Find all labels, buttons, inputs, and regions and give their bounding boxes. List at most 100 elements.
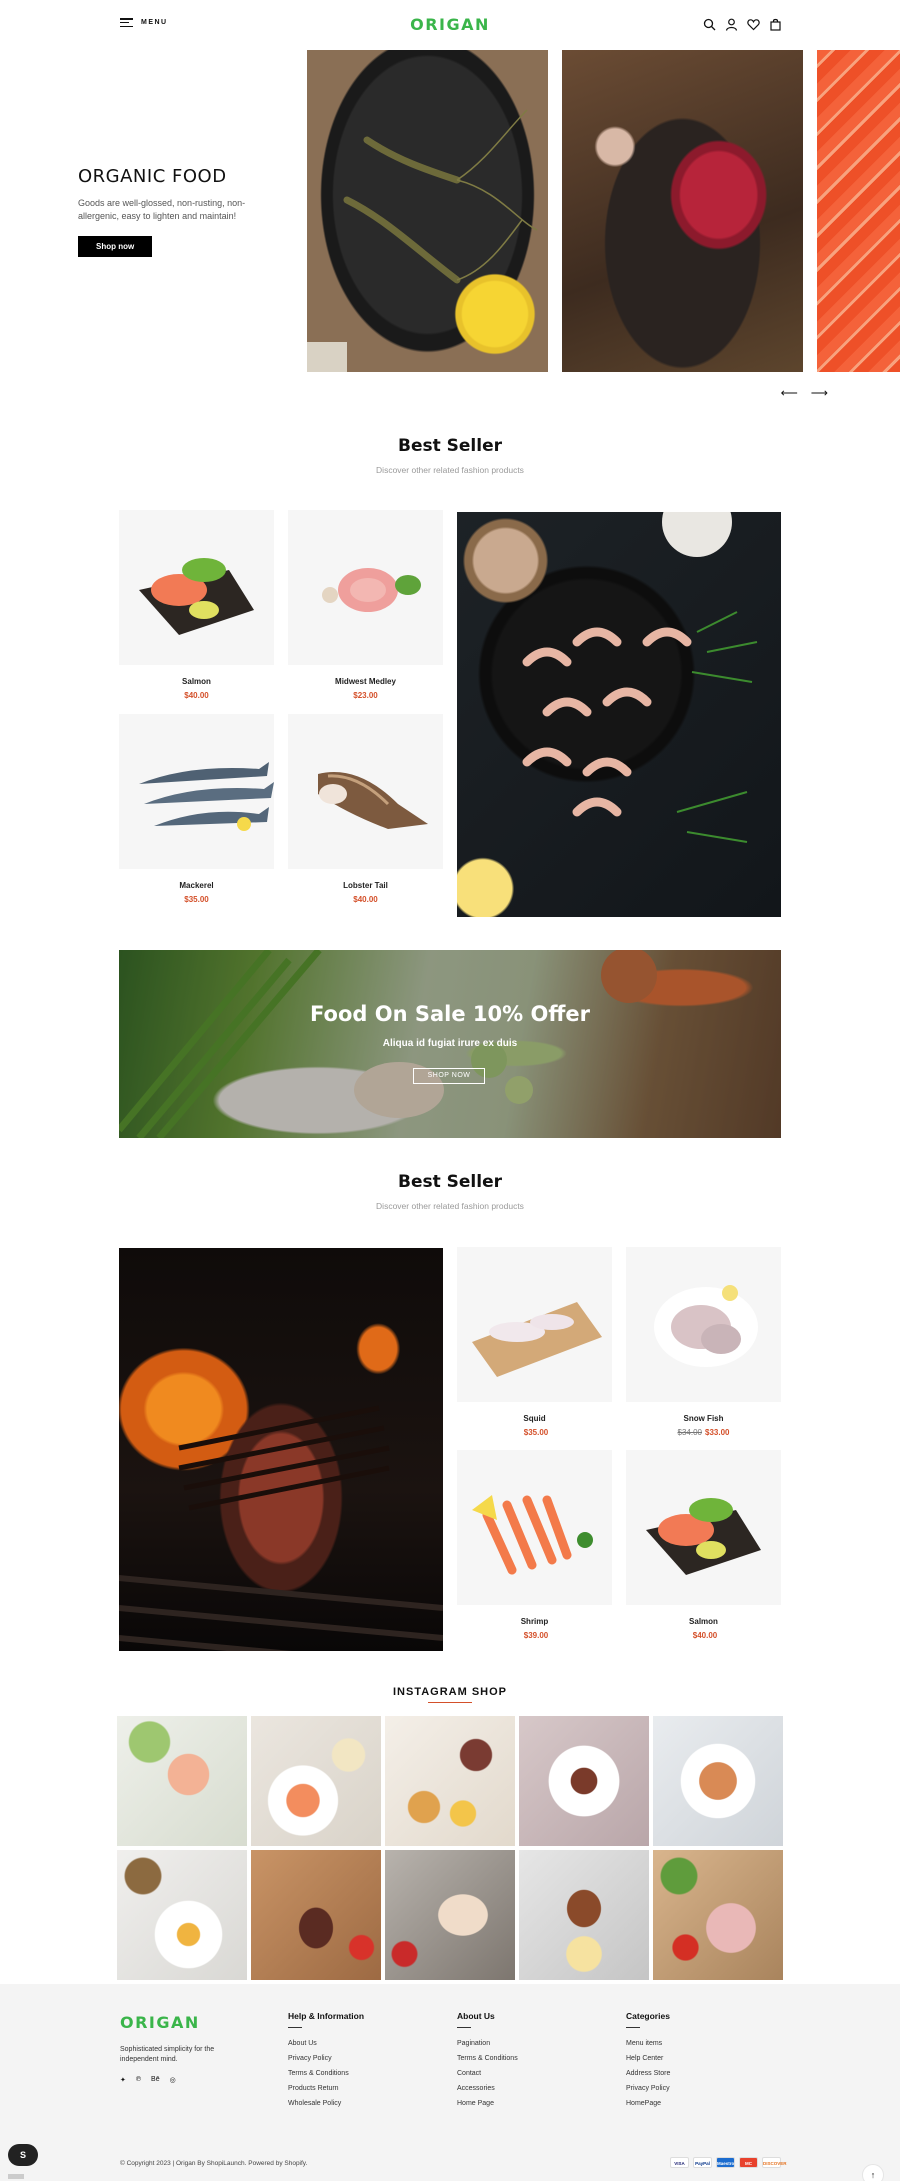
shopify-badge-icon[interactable]: S bbox=[8, 2144, 38, 2166]
product-name[interactable]: Squid bbox=[457, 1414, 612, 1423]
twitter-icon[interactable]: ✦ bbox=[120, 2076, 126, 2084]
instagram-photo[interactable] bbox=[251, 1716, 381, 1846]
product-image-squid[interactable] bbox=[457, 1247, 612, 1402]
product-price: $34.00 $33.00 bbox=[626, 1428, 781, 1437]
instagram-photo[interactable] bbox=[653, 1716, 783, 1846]
product-card[interactable]: Squid $35.00 bbox=[457, 1247, 612, 1437]
product-price: $40.00 bbox=[626, 1631, 781, 1640]
product-name[interactable]: Lobster Tail bbox=[288, 881, 443, 890]
footer-column-title: Help & Information bbox=[288, 2011, 365, 2021]
instagram-photo[interactable] bbox=[519, 1850, 649, 1980]
pinterest-icon[interactable]: ℗ bbox=[136, 2076, 141, 2084]
product-current-price: $33.00 bbox=[705, 1428, 730, 1437]
footer-link[interactable]: Accessories bbox=[457, 2085, 607, 2092]
product-image-mackerel[interactable] bbox=[119, 714, 274, 869]
shop-now-button[interactable]: Shop now bbox=[78, 236, 153, 257]
product-name[interactable]: Snow Fish bbox=[626, 1414, 781, 1423]
product-name[interactable]: Shrimp bbox=[457, 1617, 612, 1626]
paypal-icon: PayPal bbox=[693, 2157, 712, 2168]
footer-link[interactable]: Pagination bbox=[457, 2040, 607, 2047]
product-card[interactable]: Salmon $40.00 bbox=[119, 510, 274, 700]
footer-column-underline bbox=[288, 2027, 302, 2028]
hero-slide-crayfish[interactable] bbox=[307, 50, 548, 372]
site-header: MENU ORIGAN bbox=[0, 0, 900, 50]
footer-column-categories: Categories Menu items Help Center Addres… bbox=[626, 2011, 776, 2115]
product-current-price: $35.00 bbox=[523, 1428, 549, 1437]
instagram-title: INSTAGRAM SHOP bbox=[392, 1686, 508, 1698]
sale-banner: Food On Sale 10% Offer Aliqua id fugiat … bbox=[119, 950, 781, 1138]
product-current-price: $39.00 bbox=[523, 1631, 549, 1640]
footer-link[interactable]: Products Return bbox=[288, 2085, 438, 2092]
footer-link[interactable]: Privacy Policy bbox=[288, 2055, 438, 2062]
instagram-photo[interactable] bbox=[385, 1850, 515, 1980]
payment-methods: VISA PayPal Maestro MC DISCOVER bbox=[670, 2157, 787, 2168]
arrow-right-icon[interactable]: ⟶ bbox=[811, 386, 828, 400]
heart-icon[interactable] bbox=[747, 18, 760, 31]
product-image-salmon[interactable] bbox=[119, 510, 274, 665]
instagram-photo[interactable] bbox=[519, 1716, 649, 1846]
footer-link[interactable]: Wholesale Policy bbox=[288, 2100, 438, 2107]
instagram-photo[interactable] bbox=[653, 1850, 783, 1980]
behance-icon[interactable]: Bē bbox=[151, 2076, 160, 2084]
footer-column-underline bbox=[626, 2027, 640, 2028]
product-image-salmon[interactable] bbox=[626, 1450, 781, 1605]
footer-logo[interactable]: ORIGAN bbox=[120, 2013, 200, 2032]
product-name[interactable]: Salmon bbox=[119, 677, 274, 686]
product-image-snow-fish[interactable] bbox=[626, 1247, 781, 1402]
instagram-photo[interactable] bbox=[385, 1716, 515, 1846]
instagram-title-underline bbox=[428, 1702, 472, 1703]
footer-tagline: Sophisticated simplicity for the indepen… bbox=[120, 2046, 215, 2063]
product-card[interactable]: Salmon $40.00 bbox=[626, 1450, 781, 1640]
footer-link[interactable]: About Us bbox=[288, 2040, 438, 2047]
arrow-left-icon[interactable]: ⟵ bbox=[781, 386, 798, 400]
footer-column-about: About Us Pagination Terms & Conditions C… bbox=[457, 2011, 607, 2115]
product-card[interactable]: Shrimp $39.00 bbox=[457, 1450, 612, 1640]
search-icon[interactable] bbox=[703, 18, 716, 31]
instagram-icon[interactable]: ◎ bbox=[170, 2076, 176, 2084]
product-card[interactable]: Lobster Tail $40.00 bbox=[288, 714, 443, 904]
footer-link[interactable]: Terms & Conditions bbox=[457, 2055, 607, 2062]
footer-link[interactable]: Home Page bbox=[457, 2100, 607, 2107]
hero-title: ORGANIC FOOD bbox=[78, 166, 227, 187]
product-image-shrimp[interactable] bbox=[457, 1450, 612, 1605]
product-card[interactable]: Snow Fish $34.00 $33.00 bbox=[626, 1247, 781, 1437]
site-footer: ORIGAN Sophisticated simplicity for the … bbox=[0, 1984, 900, 2181]
product-image-lobster-tail[interactable] bbox=[288, 714, 443, 869]
banner-shop-now-button[interactable]: SHOP NOW bbox=[413, 1068, 485, 1084]
visa-icon: VISA bbox=[670, 2157, 689, 2168]
instagram-grid bbox=[117, 1716, 783, 1980]
user-icon[interactable] bbox=[725, 18, 738, 31]
product-name[interactable]: Mackerel bbox=[119, 881, 274, 890]
footer-link[interactable]: Help Center bbox=[626, 2055, 776, 2062]
banner-title: Food On Sale 10% Offer bbox=[310, 1002, 590, 1026]
footer-link[interactable]: Menu items bbox=[626, 2040, 776, 2047]
grilled-steak-image[interactable] bbox=[119, 1248, 443, 1651]
best-seller-subtitle: Discover other related fashion products bbox=[376, 465, 524, 475]
instagram-photo[interactable] bbox=[251, 1850, 381, 1980]
footer-social: ✦ ℗ Bē ◎ bbox=[120, 2076, 176, 2084]
instagram-photo[interactable] bbox=[117, 1716, 247, 1846]
product-price: $23.00 bbox=[353, 691, 378, 700]
footer-link[interactable]: Address Store bbox=[626, 2070, 776, 2077]
hero-slide-steak[interactable] bbox=[562, 50, 803, 372]
product-name[interactable]: Salmon bbox=[626, 1617, 781, 1626]
product-price: $35.00 bbox=[457, 1428, 612, 1437]
footer-link[interactable]: Contact bbox=[457, 2070, 607, 2077]
footer-link[interactable]: Terms & Conditions bbox=[288, 2070, 438, 2077]
footer-link[interactable]: Privacy Policy bbox=[626, 2085, 776, 2092]
header-icons bbox=[703, 18, 782, 31]
product-card[interactable]: Mackerel $35.00 bbox=[119, 714, 274, 904]
product-card[interactable]: Midwest Medley $23.00 bbox=[288, 510, 443, 700]
shrimp-plate-image[interactable] bbox=[457, 512, 781, 917]
product-image-midwest-medley[interactable] bbox=[288, 510, 443, 665]
product-price: $39.00 bbox=[457, 1631, 612, 1640]
mastercard-icon: MC bbox=[739, 2157, 758, 2168]
bag-icon[interactable] bbox=[769, 18, 782, 31]
footer-link[interactable]: HomePage bbox=[626, 2100, 776, 2107]
hero-slide-salmon[interactable] bbox=[817, 50, 900, 372]
banner-subtitle: Aliqua id fugiat irure ex duis bbox=[382, 1038, 518, 1049]
product-name[interactable]: Midwest Medley bbox=[288, 677, 443, 686]
product-price: $40.00 bbox=[353, 895, 378, 904]
instagram-photo[interactable] bbox=[117, 1850, 247, 1980]
back-to-top-button[interactable]: ↑ bbox=[862, 2164, 884, 2181]
